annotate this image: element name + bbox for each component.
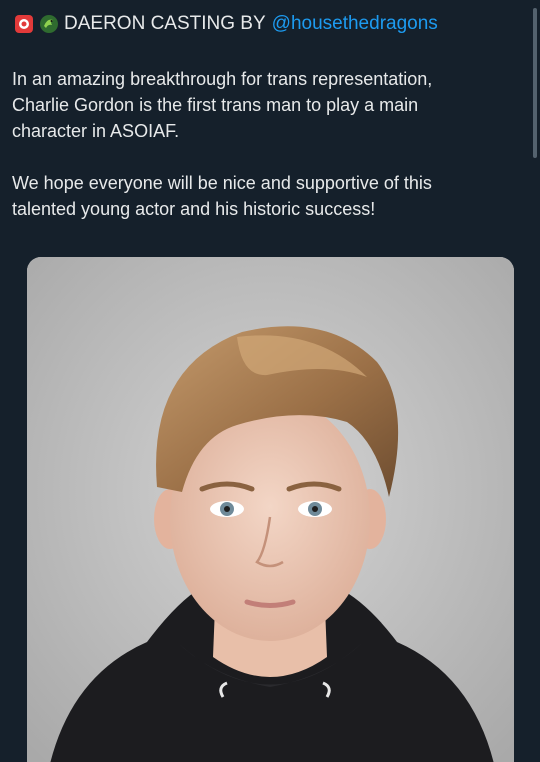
tweet-paragraph: We hope everyone will be nice and suppor…	[12, 173, 432, 219]
portrait-image	[27, 257, 514, 762]
tweet-photo[interactable]	[27, 257, 514, 762]
tweet-headline: DAERON CASTING BY @housethedragons	[14, 10, 438, 38]
rose-emoji-icon	[14, 14, 34, 34]
tweet: DAERON CASTING BY @housethedragons In an…	[0, 0, 540, 762]
tweet-paragraph: In an amazing breakthrough for trans rep…	[12, 69, 433, 141]
tweet-body: In an amazing breakthrough for trans rep…	[12, 66, 517, 248]
dragon-emoji-icon	[39, 14, 59, 34]
scrollbar[interactable]	[533, 8, 537, 158]
headline-label: DAERON CASTING BY	[64, 13, 266, 34]
mention-link[interactable]: @housethedragons	[272, 13, 438, 35]
